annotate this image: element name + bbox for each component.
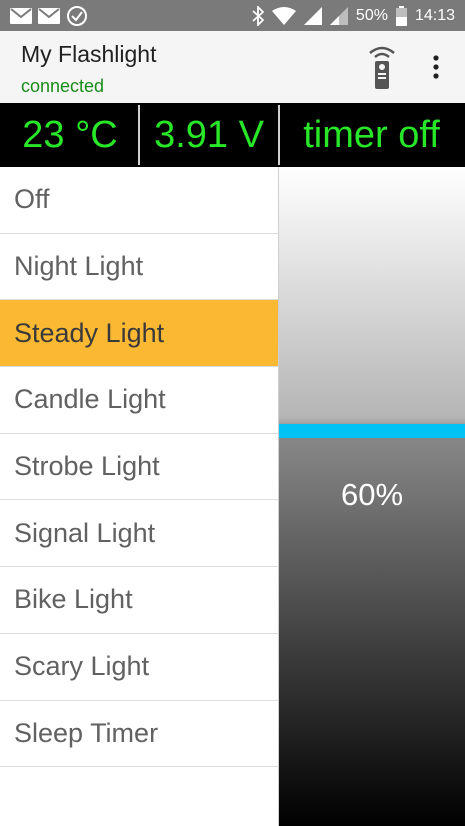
app-title: My Flashlight [21, 41, 157, 67]
brightness-slider-handle[interactable] [279, 424, 465, 438]
remote-control-icon[interactable] [366, 45, 398, 89]
clock: 14:13 [414, 6, 455, 24]
wifi-icon [271, 6, 296, 25]
mode-item-night-light[interactable]: Night Light [0, 234, 278, 301]
notification-icons [10, 0, 88, 31]
mode-item-off[interactable]: Off [0, 167, 278, 234]
overflow-menu-icon[interactable] [428, 53, 444, 81]
status-bar: 50% 14:13 [0, 0, 465, 31]
mode-item-scary-light[interactable]: Scary Light [0, 634, 278, 701]
mode-item-sleep-timer[interactable]: Sleep Timer [0, 701, 278, 768]
connection-status: connected [21, 76, 105, 96]
mode-item-strobe-light[interactable]: Strobe Light [0, 434, 278, 501]
battery-percent: 50% [355, 6, 388, 24]
mode-item-bike-light[interactable]: Bike Light [0, 567, 278, 634]
mail-icon [10, 7, 32, 24]
temperature-readout: 23 °C [2, 105, 138, 165]
readout-bar: 23 °C 3.91 V timer off [0, 103, 465, 167]
bluetooth-icon [252, 5, 264, 26]
battery-icon [395, 5, 407, 26]
app-bar: My Flashlight connected [0, 31, 465, 103]
brightness-slider[interactable]: 60% [279, 167, 465, 826]
mode-item-signal-light[interactable]: Signal Light [0, 500, 278, 568]
brightness-percent: 60% [340, 477, 404, 512]
signal-icon [329, 6, 348, 25]
signal-icon [303, 6, 322, 25]
timer-readout[interactable]: timer off [278, 105, 463, 165]
mode-item-candle-light[interactable]: Candle Light [0, 367, 278, 434]
mode-item-steady-light[interactable]: Steady Light [0, 300, 278, 368]
mode-list: Off Night Light Steady Light Candle Light St… [0, 167, 279, 826]
voltage-readout: 3.91 V [138, 105, 278, 165]
mail-icon [38, 7, 60, 24]
check-circle-icon [67, 5, 87, 26]
system-icons: 50% 14:13 [252, 0, 455, 31]
